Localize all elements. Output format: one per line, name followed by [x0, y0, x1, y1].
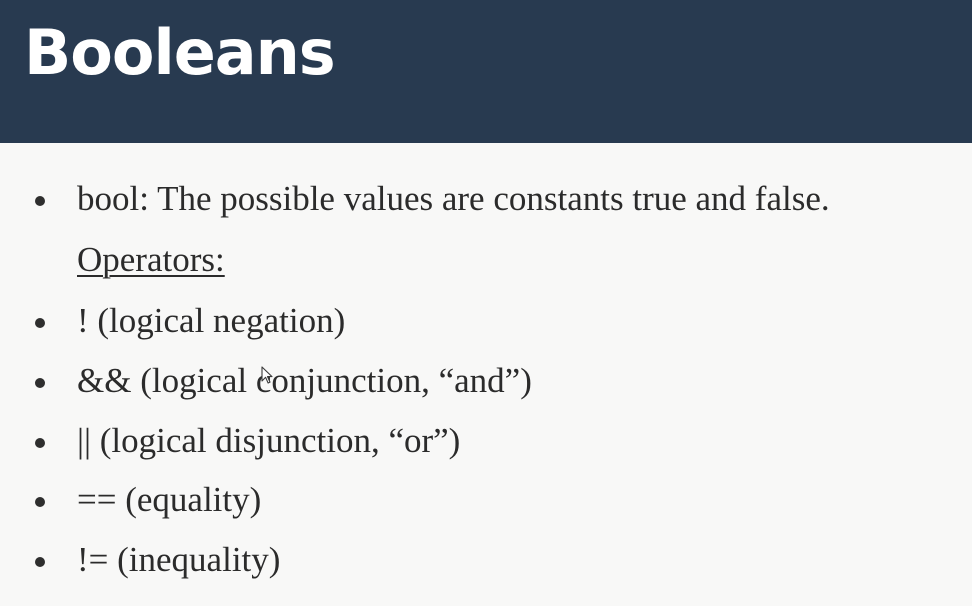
list-item-logical-negation: ! (logical negation): [0, 295, 960, 347]
list-item-logical-disjunction: || (logical disjunction, “or”): [0, 415, 960, 467]
list-item-text: == (equality): [77, 480, 262, 519]
bullet-dot-icon: [35, 318, 45, 328]
list-item-text: && (logical conjunction, “and”): [77, 361, 532, 400]
bullet-dot-icon: [35, 497, 45, 507]
bullet-dot-icon: [35, 557, 45, 567]
list-item-equality: == (equality): [0, 474, 960, 526]
list-item-text: != (inequality): [77, 540, 281, 579]
slide-title: Booleans: [24, 16, 336, 89]
operators-label: Operators:: [77, 240, 225, 279]
list-item-logical-conjunction: && (logical conjunction, “and”): [0, 355, 960, 407]
bullet-dot-icon: [35, 438, 45, 448]
list-item-inequality: != (inequality): [0, 534, 960, 586]
operators-heading: Operators:: [0, 234, 960, 286]
list-item-text: ! (logical negation): [77, 301, 346, 340]
list-item-text: || (logical disjunction, “or”): [77, 421, 461, 460]
bullet-list: bool: The possible values are constants …: [0, 170, 972, 590]
bullet-dot-icon: [35, 378, 45, 388]
mouse-pointer-icon: [261, 366, 273, 384]
title-bar: Booleans: [0, 0, 972, 143]
list-item-text: bool: The possible values are constants …: [77, 179, 830, 218]
bullet-dot-icon: [35, 196, 45, 206]
presentation-slide: Booleans bool: The possible values are c…: [0, 0, 972, 606]
list-item-bool: bool: The possible values are constants …: [0, 173, 960, 225]
